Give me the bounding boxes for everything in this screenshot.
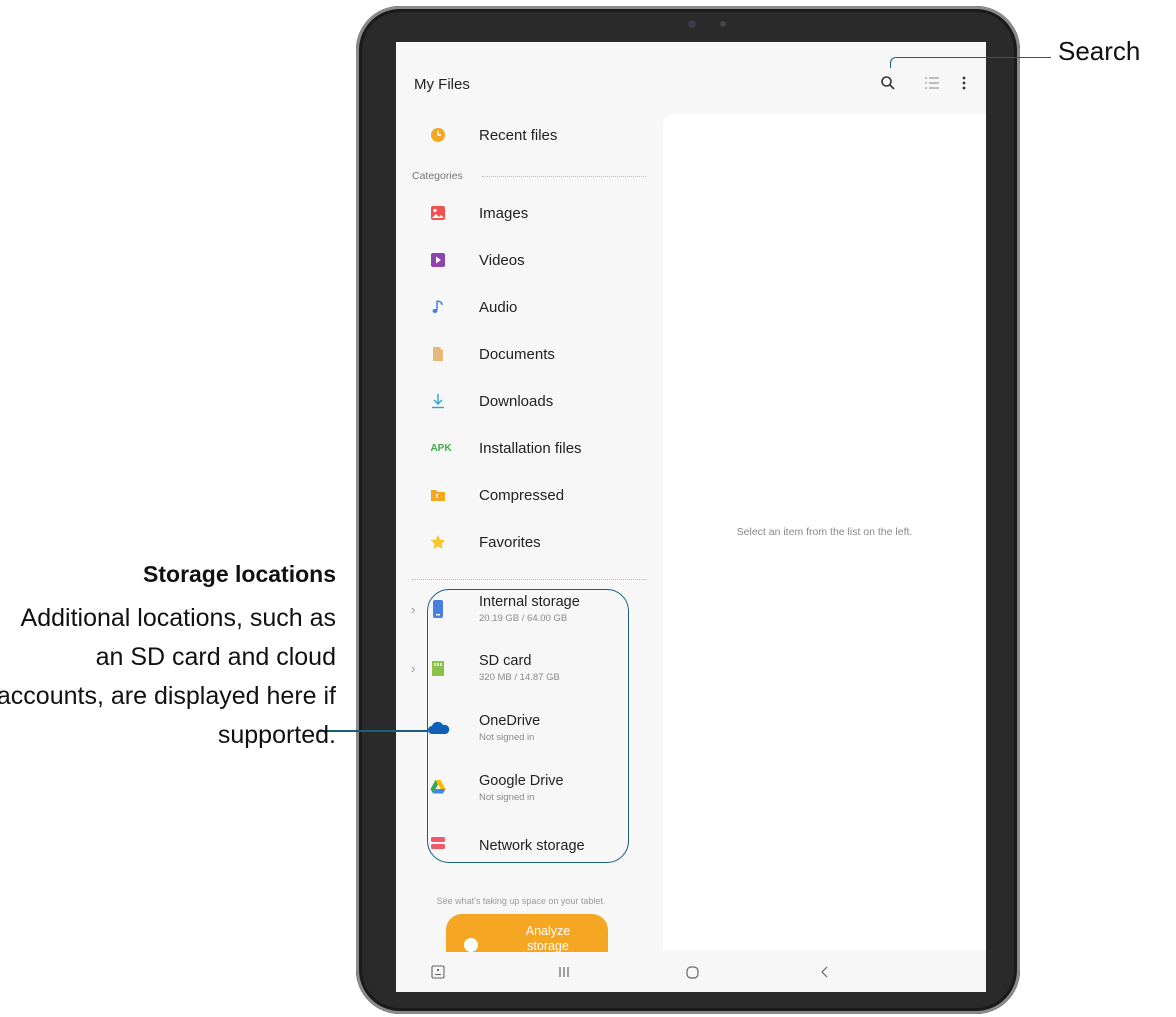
sidebar-item-label: Audio	[479, 298, 518, 316]
navigation-bar	[396, 952, 986, 992]
storage-callout-title: Storage locations	[143, 561, 336, 587]
sidebar-item-label: Downloads	[479, 392, 554, 410]
sidebar-item-images[interactable]: Images	[396, 193, 646, 233]
sidebar-item-label: Images	[479, 204, 529, 222]
detail-pane: Select an item from the list on the left…	[663, 114, 986, 950]
image-icon	[430, 205, 446, 221]
empty-state-message: Select an item from the list on the left…	[736, 526, 913, 538]
sidebar-item-audio[interactable]: Audio	[396, 287, 646, 327]
sidebar-item-recent-files[interactable]: Recent files	[396, 115, 646, 155]
storage-divider	[412, 579, 646, 580]
document-icon	[430, 346, 446, 362]
sidebar-item-label: Favorites	[479, 533, 541, 551]
storage-callout-description: Additional locations, such as an SD card…	[0, 604, 336, 749]
app-title: My Files	[414, 76, 470, 93]
compressed-folder-icon	[430, 487, 446, 503]
sidebar-item-label: Videos	[479, 251, 525, 269]
sidebar-item-label: Compressed	[479, 486, 565, 504]
search-icon[interactable]	[877, 72, 899, 94]
storage-highlight-box	[427, 589, 629, 863]
sensor-icon	[720, 21, 726, 27]
sidebar-item-label: Documents	[479, 345, 555, 363]
categories-heading: Categories	[412, 170, 463, 182]
search-callout-label: Search	[1058, 36, 1141, 66]
analyze-hint: See what's taking up space on your table…	[436, 896, 606, 906]
sidebar-item-label: Recent files	[479, 126, 558, 144]
apk-icon: APK	[430, 442, 452, 454]
sidebar-item-downloads[interactable]: Downloads	[396, 381, 646, 421]
clock-icon	[430, 127, 446, 143]
sidebar-item-label: Installation files	[479, 439, 582, 457]
list-view-icon[interactable]	[921, 72, 943, 94]
section-divider	[482, 176, 646, 177]
keyboard-icon[interactable]	[426, 960, 450, 984]
pie-chart-icon	[464, 938, 478, 952]
recents-icon[interactable]	[552, 960, 576, 984]
sidebar-item-documents[interactable]: Documents	[396, 334, 646, 374]
download-icon	[430, 393, 446, 409]
sidebar-item-installation-files[interactable]: APK Installation files	[396, 428, 646, 468]
star-icon	[430, 534, 446, 550]
back-icon[interactable]	[813, 960, 837, 984]
more-options-icon[interactable]	[953, 72, 975, 94]
music-note-icon	[430, 299, 446, 315]
chevron-right-icon[interactable]: ›	[411, 661, 415, 676]
video-icon	[430, 252, 446, 268]
sidebar-item-compressed[interactable]: Compressed	[396, 475, 646, 515]
sidebar-item-favorites[interactable]: Favorites	[396, 522, 646, 562]
home-icon[interactable]	[680, 960, 704, 984]
search-callout-line	[890, 57, 1051, 68]
chevron-right-icon[interactable]: ›	[411, 602, 415, 617]
camera-icon	[688, 20, 696, 28]
analyze-button-label: Analyze storage	[525, 924, 571, 953]
sidebar-item-videos[interactable]: Videos	[396, 240, 646, 280]
